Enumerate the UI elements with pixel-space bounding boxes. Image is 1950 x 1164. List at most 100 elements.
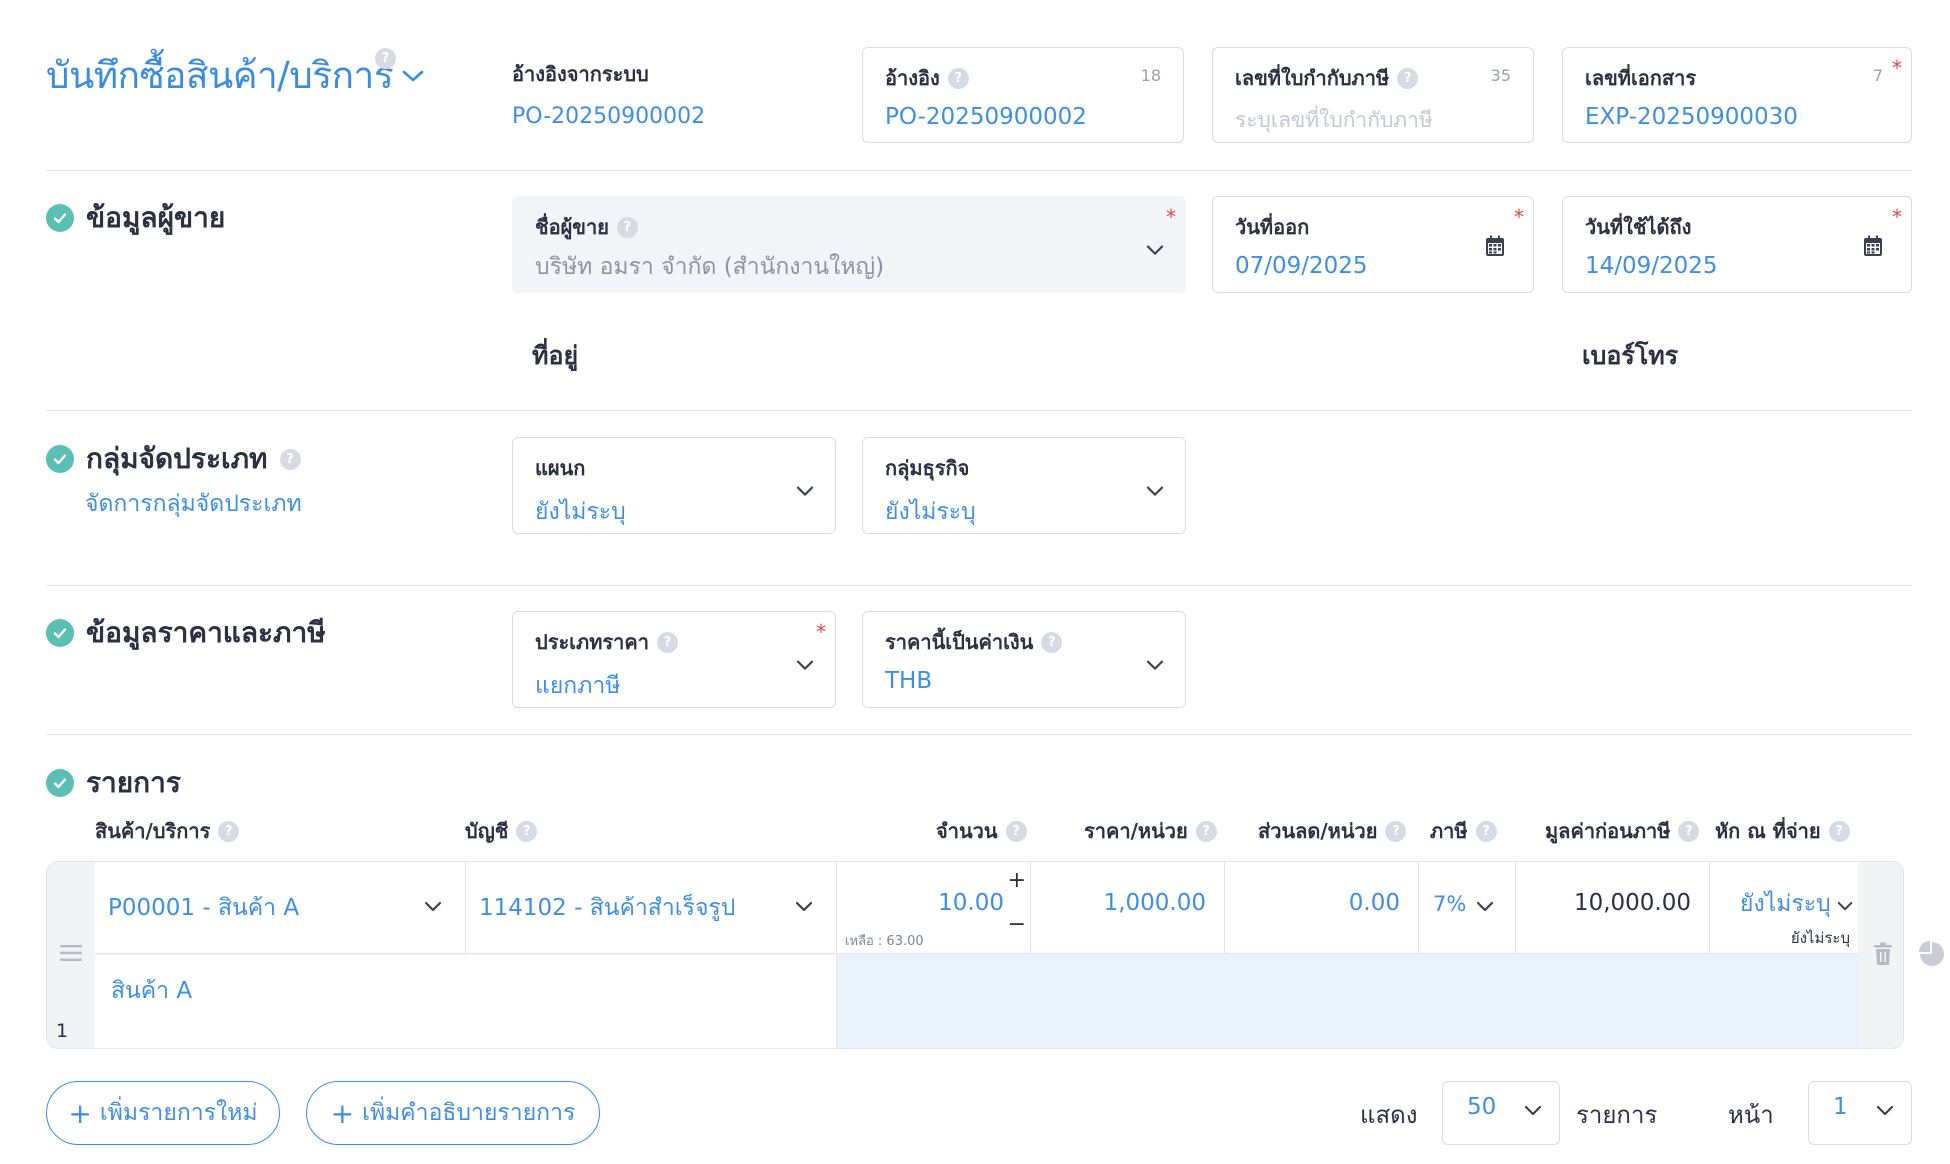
pretax-value: 10,000.00 xyxy=(1573,890,1691,916)
system-reference-link[interactable]: PO-20250900002 xyxy=(512,104,705,129)
help-icon[interactable]: ? xyxy=(1678,820,1700,842)
qty-input[interactable]: 10.00 xyxy=(938,890,1004,916)
chevron-down-icon[interactable] xyxy=(1145,243,1165,257)
description-area xyxy=(838,955,1858,1048)
add-item-button[interactable]: + เพิ่มรายการใหม่ xyxy=(46,1081,280,1145)
increment-button[interactable]: + xyxy=(1008,868,1026,893)
add-item-label: เพิ่มรายการใหม่ xyxy=(99,1100,258,1126)
manage-category-link[interactable]: จัดการกลุ่มจัดประเภท xyxy=(85,486,302,522)
page-size-select[interactable]: 50 xyxy=(1442,1081,1560,1145)
discount-input[interactable]: 0.00 xyxy=(1225,862,1419,954)
column-label: มูลค่าก่อนภาษี xyxy=(1545,819,1671,843)
help-icon[interactable]: ? xyxy=(1385,820,1407,842)
help-icon[interactable]: ? xyxy=(947,67,969,89)
vendor-name-value: บริษัท อมรา จำกัด (สำนักงานใหญ่) xyxy=(535,254,885,280)
issue-date-label: วันที่ออก xyxy=(1235,215,1310,239)
chevron-down-icon[interactable] xyxy=(1836,900,1854,913)
pie-chart-icon[interactable] xyxy=(1918,940,1946,968)
column-label: ภาษี xyxy=(1430,819,1468,843)
page-select[interactable]: 1 xyxy=(1808,1081,1912,1145)
chevron-down-icon[interactable] xyxy=(1145,484,1165,498)
remaining-qty: เหลือ : 63.00 xyxy=(845,934,924,949)
qty-stepper[interactable]: 10.00 + − เหลือ : 63.00 xyxy=(837,862,1031,954)
section-title: ข้อมูลผู้ขาย xyxy=(86,201,226,234)
help-icon[interactable]: ? xyxy=(656,631,678,653)
table-row: 1 P00001 - สินค้า A 114102 - สินค้าสำเร็… xyxy=(46,861,1904,1049)
withholding-select[interactable]: ยังไม่ระบุ ยังไม่ระบุ xyxy=(1710,862,1858,954)
issue-date-input[interactable]: 07/09/2025 xyxy=(1235,253,1513,279)
price-type-select[interactable]: ประเภทราคา? * แยกภาษี xyxy=(512,611,836,708)
trash-icon[interactable] xyxy=(1873,942,1893,966)
calendar-icon[interactable] xyxy=(1863,235,1883,257)
char-counter: 7 xyxy=(1872,66,1883,85)
description-input[interactable]: สินค้า A xyxy=(95,955,837,1048)
pretax-value-cell: 10,000.00 xyxy=(1516,862,1710,954)
help-icon[interactable]: ? xyxy=(1397,67,1419,89)
issue-date-field[interactable]: วันที่ออก * 07/09/2025 xyxy=(1212,196,1534,293)
divider xyxy=(46,585,1912,586)
account-select[interactable]: 114102 - สินค้าสำเร็จรูป xyxy=(466,862,837,954)
divider xyxy=(46,410,1912,411)
decrement-button[interactable]: − xyxy=(1008,912,1026,937)
help-icon[interactable]: ? xyxy=(1475,820,1497,842)
chevron-down-icon[interactable] xyxy=(1523,1104,1543,1118)
help-icon[interactable]: ? xyxy=(1041,631,1063,653)
help-icon[interactable]: ? xyxy=(279,448,301,470)
divider xyxy=(46,734,1912,735)
column-header-unit-price: ราคา/หน่วย? xyxy=(1084,815,1217,847)
document-number-input[interactable]: EXP-20250900030 xyxy=(1585,104,1891,130)
column-label: บัญชี xyxy=(465,819,509,843)
chevron-down-icon[interactable] xyxy=(1145,658,1165,672)
items-label: รายการ xyxy=(1576,1101,1658,1129)
chevron-down-icon[interactable] xyxy=(795,658,815,672)
tax-invoice-input[interactable]: ระบุเลขที่ใบกำกับภาษี xyxy=(1235,104,1513,137)
section-pricing: ข้อมูลราคาและภาษี xyxy=(46,611,326,655)
help-icon[interactable]: ? xyxy=(1005,820,1027,842)
help-icon[interactable]: ? xyxy=(1828,820,1850,842)
help-icon[interactable]: ? xyxy=(516,820,538,842)
valid-until-label: วันที่ใช้ได้ถึง xyxy=(1585,215,1692,239)
currency-select[interactable]: ราคานี้เป็นค่าเงิน? THB xyxy=(862,611,1186,708)
divider xyxy=(46,170,1912,171)
column-label: ราคา/หน่วย xyxy=(1084,819,1188,843)
section-vendor: ข้อมูลผู้ขาย xyxy=(46,196,225,240)
department-select[interactable]: แผนก ยังไม่ระบุ xyxy=(512,437,836,534)
section-title: ข้อมูลราคาและภาษี xyxy=(86,616,326,649)
check-circle-icon xyxy=(46,769,74,797)
product-select[interactable]: P00001 - สินค้า A xyxy=(95,862,466,954)
business-group-select[interactable]: กลุ่มธุรกิจ ยังไม่ระบุ xyxy=(862,437,1186,534)
row-index: 1 xyxy=(56,1020,69,1042)
tax-value: 7% xyxy=(1433,892,1467,916)
chevron-down-icon[interactable] xyxy=(794,900,814,914)
char-counter: 35 xyxy=(1490,66,1511,85)
help-icon[interactable]: ? xyxy=(1195,820,1217,842)
calendar-icon[interactable] xyxy=(1485,235,1505,257)
chevron-down-icon[interactable] xyxy=(795,484,815,498)
unit-price-input[interactable]: 1,000.00 xyxy=(1031,862,1225,954)
help-icon[interactable]: ? xyxy=(616,216,638,238)
valid-until-field[interactable]: วันที่ใช้ได้ถึง * 14/09/2025 xyxy=(1562,196,1912,293)
unit-price-value: 1,000.00 xyxy=(1103,890,1206,916)
page-label: หน้า xyxy=(1728,1101,1774,1129)
chevron-down-icon[interactable] xyxy=(1875,1104,1895,1118)
add-description-button[interactable]: + เพิ่มคำอธิบายรายการ xyxy=(306,1081,600,1145)
column-label: สินค้า/บริการ xyxy=(95,819,211,843)
reference-input[interactable]: PO-20250900002 xyxy=(885,104,1163,130)
price-type-value: แยกภาษี xyxy=(535,673,621,699)
tax-invoice-field[interactable]: เลขที่ใบกำกับภาษี? 35 ระบุเลขที่ใบกำกับภ… xyxy=(1212,47,1534,143)
column-header-tax: ภาษี? xyxy=(1430,815,1497,847)
currency-value: THB xyxy=(885,668,933,694)
reference-label: อ้างอิง xyxy=(885,66,940,90)
tax-select[interactable]: 7% xyxy=(1419,862,1516,954)
reference-field[interactable]: อ้างอิง? 18 PO-20250900002 xyxy=(862,47,1184,143)
drag-handle-icon[interactable] xyxy=(60,944,82,962)
chevron-down-icon[interactable] xyxy=(1475,900,1495,914)
help-icon[interactable]: ? xyxy=(375,48,396,69)
valid-until-input[interactable]: 14/09/2025 xyxy=(1585,253,1891,279)
vendor-name-select[interactable]: ชื่อผู้ขาย? * บริษัท อมรา จำกัด (สำนักงา… xyxy=(512,196,1186,293)
chevron-down-icon[interactable] xyxy=(423,900,443,914)
page-title[interactable]: บันทึกซื้อสินค้า/บริการ xyxy=(46,46,425,105)
description-value: สินค้า A xyxy=(111,978,193,1004)
document-number-field[interactable]: เลขที่เอกสาร 7 * EXP-20250900030 xyxy=(1562,47,1912,143)
help-icon[interactable]: ? xyxy=(218,820,240,842)
